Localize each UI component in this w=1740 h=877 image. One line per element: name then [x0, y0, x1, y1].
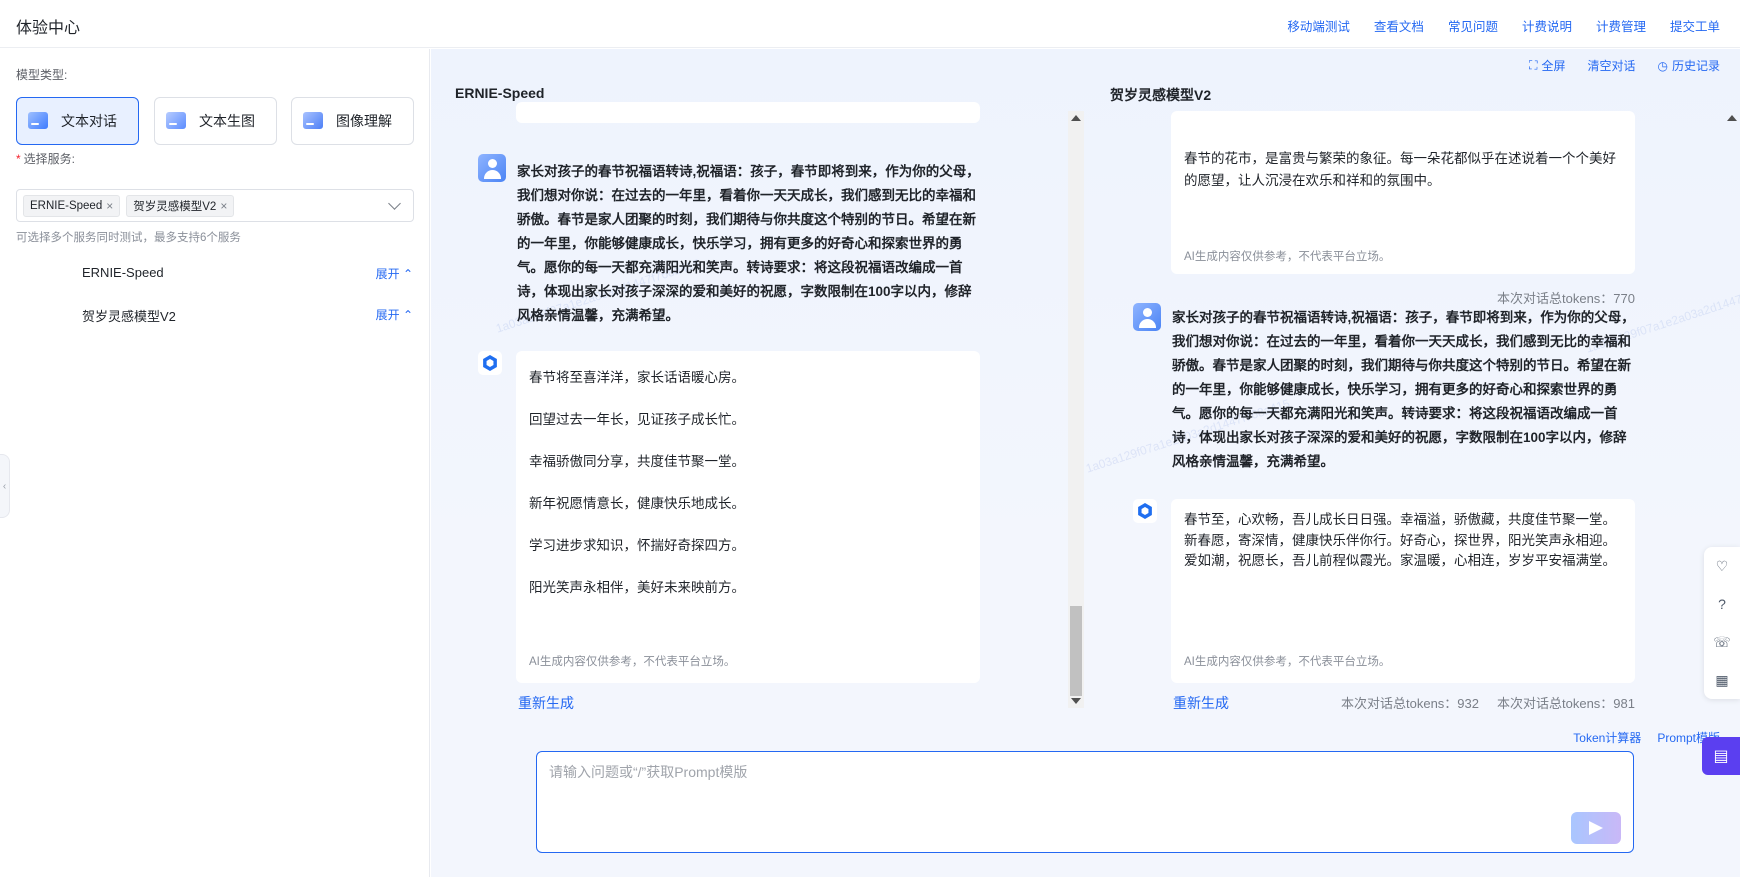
column-scrollbar[interactable] [1068, 111, 1084, 708]
token-calculator-link[interactable]: Token计算器 [1573, 729, 1641, 746]
token-count: 本次对话总tokens：770 [1497, 291, 1635, 306]
column-title: ERNIE-Speed [455, 85, 545, 101]
model-type-label-text: 文本生图 [199, 113, 255, 129]
send-button[interactable] [1571, 812, 1621, 844]
app-title: 体验中心 [16, 20, 81, 37]
poem-line: 幸福骄傲同分享，共度佳节聚一堂。 [529, 454, 745, 469]
expand-toggle[interactable]: 展开 ⌃ [376, 265, 413, 282]
fullscreen-button[interactable]: ⛶ 全屏 [1529, 57, 1565, 74]
poem-line: 学习进步求知识，怀揣好奇探四方。 [529, 538, 745, 553]
chat-toolbar: ⛶ 全屏 清空对话 ◷ 历史记录 [1529, 57, 1720, 74]
remove-tag-icon[interactable]: × [106, 199, 113, 213]
chevron-up-icon: ⌃ [402, 267, 413, 281]
service-tag: ERNIE-Speed × [23, 194, 121, 217]
scroll-thumb [1070, 606, 1082, 696]
user-prompt: 家长对孩子的春节祝福语转诗,祝福语：孩子，春节即将到来，作为你的父母，我们想对你… [1172, 310, 1635, 469]
chevron-down-icon[interactable] [388, 197, 401, 210]
remove-tag-icon[interactable]: × [220, 199, 227, 213]
bot-avatar-icon [1133, 499, 1157, 523]
scroll-up-icon [1071, 115, 1081, 121]
user-avatar [478, 154, 506, 182]
prompt-tools: Token计算器 Prompt模版 [1573, 729, 1720, 746]
expand-toggle[interactable]: 展开 ⌃ [376, 306, 413, 323]
model-type-label-text: 图像理解 [336, 113, 392, 129]
ai-disclaimer: AI生成内容仅供参考，不代表平台立场。 [1184, 656, 1391, 668]
service-hint: 可选择多个服务同时测试，最多支持6个服务 [16, 232, 241, 244]
user-avatar [1133, 303, 1161, 331]
regenerate-button[interactable]: 重新生成 [1173, 693, 1229, 713]
previous-message-bubble [516, 102, 980, 123]
nav-billing-manage[interactable]: 计费管理 [1596, 16, 1646, 35]
chat-doc-icon [27, 110, 49, 132]
nav-mobile-test[interactable]: 移动端测试 [1287, 16, 1350, 35]
model-type-image-understanding[interactable]: 图像理解 [291, 97, 414, 145]
nav-faq[interactable]: 常见问题 [1448, 16, 1498, 35]
nav-submit-ticket[interactable]: 提交工单 [1670, 16, 1720, 35]
service-label: * 选择服务: [16, 152, 76, 166]
previous-answer: 春节的花市，是富贵与繁荣的象征。每一朵花都似乎在述说着一个个美好的愿望，让人沉浸… [1184, 151, 1616, 188]
poem-line: 回望过去一年长，见证孩子成长忙。 [529, 412, 745, 427]
ai-disclaimer: AI生成内容仅供参考，不代表平台立场。 [1184, 251, 1391, 263]
poem-line: 春节将至喜洋洋，家长话语暖心房。 [529, 370, 745, 385]
chat-input[interactable] [549, 762, 1549, 822]
poem-line: 阳光笑声永相伴，美好未来映前方。 [529, 580, 745, 595]
service-item-name: ERNIE-Speed [82, 265, 164, 280]
chat-input-box [536, 751, 1634, 853]
grid-icon[interactable]: ▦ [1704, 661, 1740, 699]
scroll-down-icon [1071, 698, 1081, 704]
model-type-label-text: 文本对话 [61, 113, 117, 129]
clear-chat-button[interactable]: 清空对话 [1587, 57, 1635, 74]
bot-avatar-icon [478, 351, 502, 375]
heart-icon[interactable]: ♡ [1704, 547, 1740, 585]
send-icon [1589, 821, 1603, 835]
token-count: 本次对话总tokens：981 [1497, 696, 1635, 711]
user-prompt: 家长对孩子的春节祝福语转诗,祝福语：孩子，春节即将到来，作为你的父母，我们想对你… [517, 164, 980, 323]
image-gen-icon [165, 110, 187, 132]
service-item-name: 贺岁灵感模型V2 [82, 309, 176, 324]
phone-icon[interactable]: ☏ [1704, 623, 1740, 661]
image-understand-icon [302, 110, 324, 132]
service-tag: 贺岁灵感模型V2 × [126, 194, 235, 217]
history-button[interactable]: ◷ 历史记录 [1658, 57, 1721, 74]
regenerate-button[interactable]: 重新生成 [518, 693, 574, 713]
chevron-left-icon: ‹ [2, 480, 7, 492]
answer-text: 春节至，心欢畅，吾儿成长日日强。幸福溢，骄傲藏，共度佳节聚一堂。新春愿，寄深情，… [1184, 512, 1616, 568]
top-nav: 移动端测试 查看文档 常见问题 计费说明 计费管理 提交工单 [1287, 16, 1720, 35]
scroll-up-icon [1727, 115, 1737, 121]
nav-docs[interactable]: 查看文档 [1374, 16, 1424, 35]
chevron-up-icon: ⌃ [402, 308, 413, 322]
model-type-text-chat[interactable]: 文本对话 [16, 97, 139, 145]
column-title: 贺岁灵感模型V2 [1110, 87, 1212, 103]
fullscreen-icon: ⛶ [1529, 58, 1538, 72]
model-type-label: 模型类型: [16, 68, 68, 82]
ai-disclaimer: AI生成内容仅供参考，不代表平台立场。 [529, 656, 736, 668]
collapse-panel-handle[interactable]: ‹ [0, 454, 10, 518]
model-type-text-to-image[interactable]: 文本生图 [154, 97, 277, 145]
answer-poem: 春节将至喜洋洋，家长话语暖心房。 回望过去一年长，见证孩子成长忙。 幸福骄傲同分… [529, 368, 969, 620]
chat-bubble-icon: ▤ [1713, 748, 1729, 765]
top-bar: 体验中心 移动端测试 查看文档 常见问题 计费说明 计费管理 提交工单 [0, 0, 1740, 48]
help-icon[interactable]: ? [1704, 585, 1740, 623]
floating-tools: ♡ ? ☏ ▦ [1704, 547, 1740, 699]
clock-icon: ◷ [1657, 58, 1668, 73]
poem-line: 新年祝愿情意长，健康快乐地成长。 [529, 496, 745, 511]
service-select[interactable]: ERNIE-Speed × 贺岁灵感模型V2 × [16, 189, 414, 222]
nav-billing-info[interactable]: 计费说明 [1522, 16, 1572, 35]
left-panel: 模型类型: 文本对话 文本生图 图像理解 * 选择服务: ERNIE-Speed ×… [0, 49, 430, 877]
chat-support-button[interactable]: ▤ [1702, 737, 1740, 775]
